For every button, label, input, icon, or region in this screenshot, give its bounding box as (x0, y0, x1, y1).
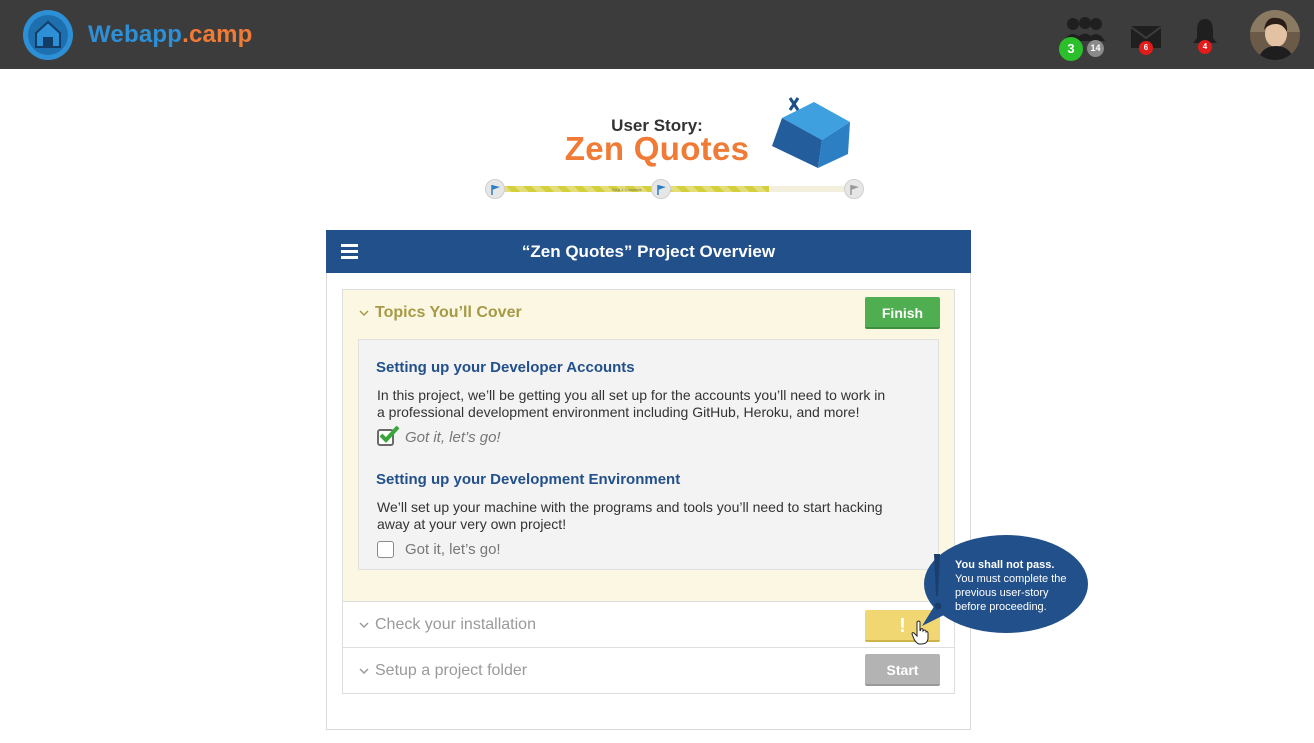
panel-header: “Zen Quotes” Project Overview (326, 230, 971, 273)
panel-title: “Zen Quotes” Project Overview (521, 242, 776, 261)
section-topics-label[interactable]: Topics You’ll Cover (375, 304, 522, 322)
flag-middle-icon (651, 179, 671, 199)
topic-description-line: In this project, we’ll be getting you al… (377, 387, 886, 403)
story-title: Zen Quotes (564, 130, 750, 167)
checkbox-label: Got it, let’s go! (405, 541, 501, 558)
section-setup-folder[interactable]: Setup a project folder Start (342, 647, 955, 694)
avatar[interactable] (1250, 10, 1300, 60)
topic-description-line: We’ll set up your machine with the progr… (377, 499, 883, 515)
brand-name[interactable]: Webapp.camp (88, 21, 252, 49)
hand-cursor-icon (911, 620, 929, 645)
tooltip-line: previous user-story (955, 587, 1049, 599)
section-topics: Topics You’ll Cover Finish Setting up yo… (342, 289, 955, 602)
flag-start-icon (485, 179, 505, 199)
topic-description-line: a professional development environment i… (377, 404, 860, 420)
progress-label: Step 1 Complete (612, 187, 642, 192)
topic-description-line: away at your very own project! (377, 516, 567, 532)
top-navbar: Webapp.camp 3 14 6 4 (0, 0, 1314, 69)
topic-title: Setting up your Developer Accounts (376, 359, 635, 376)
tooltip-text: You shall not pass. You must complete th… (955, 558, 1085, 614)
friends-pending-badge[interactable]: 14 (1087, 40, 1104, 57)
story-progress-bar (495, 186, 855, 192)
logo-icon[interactable] (22, 9, 74, 61)
brand-name-part1: Webapp (88, 21, 183, 48)
section-setup-folder-label[interactable]: Setup a project folder (375, 662, 527, 680)
flag-end-icon (844, 179, 864, 199)
topic-title: Setting up your Development Environment (376, 471, 681, 488)
cube-icon (772, 97, 850, 168)
brand-name-part2: .camp (182, 21, 253, 48)
friends-count-badge[interactable]: 3 (1059, 37, 1083, 61)
topic-description: We’ll set up your machine with the progr… (377, 499, 897, 533)
checkmark-icon (379, 425, 400, 443)
tooltip-line: before proceeding. (955, 601, 1047, 613)
section-check-installation[interactable]: Check your installation ! (342, 601, 955, 648)
tooltip-line: You must complete the (955, 573, 1067, 585)
checkbox-label: Got it, let’s go! (405, 429, 501, 446)
messages-count-badge[interactable]: 6 (1139, 41, 1153, 55)
notifications-count-badge[interactable]: 4 (1198, 40, 1212, 54)
finish-button[interactable]: Finish (865, 297, 940, 329)
chevron-down-icon[interactable] (359, 308, 369, 318)
topics-content: Setting up your Developer Accounts In th… (358, 339, 939, 570)
section-check-installation-label[interactable]: Check your installation (375, 616, 536, 634)
checkbox-unchecked[interactable] (377, 541, 394, 558)
start-button[interactable]: Start (865, 654, 940, 686)
tooltip-title: You shall not pass. (955, 559, 1055, 571)
chevron-down-icon[interactable] (359, 666, 369, 676)
topic-description: In this project, we’ll be getting you al… (377, 387, 897, 421)
chevron-down-icon[interactable] (359, 620, 369, 630)
